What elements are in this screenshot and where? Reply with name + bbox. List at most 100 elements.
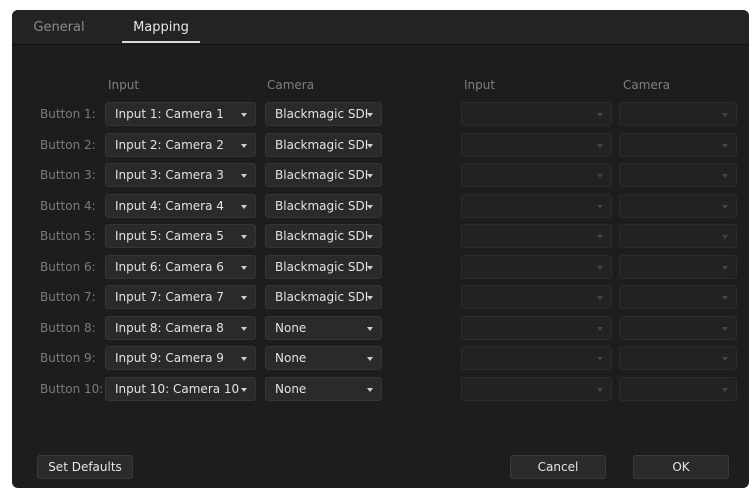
chevron-down-icon bbox=[367, 205, 373, 209]
button-7-camera-dropdown[interactable]: Blackmagic SDI bbox=[265, 285, 382, 309]
button-9-right-input-dropdown[interactable] bbox=[461, 346, 612, 370]
chevron-down-icon bbox=[597, 266, 603, 270]
button-3-right-camera-dropdown[interactable] bbox=[619, 163, 737, 187]
button-9-camera-dropdown[interactable]: None bbox=[265, 346, 382, 370]
button-4-camera-dropdown-value: Blackmagic SDI bbox=[275, 199, 369, 213]
chevron-down-icon bbox=[367, 113, 373, 117]
button-1-camera-dropdown-value: Blackmagic SDI bbox=[275, 107, 369, 121]
ok-button[interactable]: OK bbox=[633, 455, 729, 479]
chevron-down-icon bbox=[241, 296, 247, 300]
button-2-label: Button 2: bbox=[40, 138, 96, 152]
button-2-input-dropdown[interactable]: Input 2: Camera 2 bbox=[105, 133, 256, 157]
button-10-right-camera-dropdown[interactable] bbox=[619, 377, 737, 401]
button-4-right-camera-dropdown[interactable] bbox=[619, 194, 737, 218]
button-9-input-dropdown-value: Input 9: Camera 9 bbox=[115, 351, 224, 365]
button-4-input-dropdown-value: Input 4: Camera 4 bbox=[115, 199, 224, 213]
button-10-label: Button 10: bbox=[40, 382, 104, 396]
button-2-camera-dropdown[interactable]: Blackmagic SDI bbox=[265, 133, 382, 157]
button-3-camera-dropdown[interactable]: Blackmagic SDI bbox=[265, 163, 382, 187]
chevron-down-icon bbox=[597, 144, 603, 148]
button-1-label: Button 1: bbox=[40, 107, 96, 121]
chevron-down-icon bbox=[367, 327, 373, 331]
chevron-down-icon bbox=[241, 357, 247, 361]
chevron-down-icon bbox=[241, 113, 247, 117]
tab-bar: General Mapping bbox=[12, 10, 749, 45]
button-7-label: Button 7: bbox=[40, 290, 96, 304]
button-5-label: Button 5: bbox=[40, 229, 96, 243]
chevron-down-icon bbox=[722, 388, 728, 392]
chevron-down-icon bbox=[367, 296, 373, 300]
button-8-input-dropdown-value: Input 8: Camera 8 bbox=[115, 321, 224, 335]
button-9-input-dropdown[interactable]: Input 9: Camera 9 bbox=[105, 346, 256, 370]
button-1-right-camera-dropdown[interactable] bbox=[619, 102, 737, 126]
button-3-right-input-dropdown[interactable] bbox=[461, 163, 612, 187]
button-8-camera-dropdown-value: None bbox=[275, 321, 307, 335]
button-5-camera-dropdown-value: Blackmagic SDI bbox=[275, 229, 369, 243]
button-10-camera-dropdown[interactable]: None bbox=[265, 377, 382, 401]
button-7-input-dropdown[interactable]: Input 7: Camera 7 bbox=[105, 285, 256, 309]
button-8-label: Button 8: bbox=[40, 321, 96, 335]
button-6-right-camera-dropdown[interactable] bbox=[619, 255, 737, 279]
button-5-input-dropdown[interactable]: Input 5: Camera 5 bbox=[105, 224, 256, 248]
chevron-down-icon bbox=[597, 296, 603, 300]
chevron-down-icon bbox=[722, 113, 728, 117]
chevron-down-icon bbox=[367, 357, 373, 361]
button-9-camera-dropdown-value: None bbox=[275, 351, 307, 365]
button-1-right-input-dropdown[interactable] bbox=[461, 102, 612, 126]
button-6-label: Button 6: bbox=[40, 260, 96, 274]
chevron-down-icon bbox=[367, 174, 373, 178]
button-10-input-dropdown-value: Input 10: Camera 10 bbox=[115, 382, 240, 396]
cancel-button[interactable]: Cancel bbox=[510, 455, 606, 479]
chevron-down-icon bbox=[367, 235, 373, 239]
button-6-camera-dropdown[interactable]: Blackmagic SDI bbox=[265, 255, 382, 279]
tab-general[interactable]: General bbox=[28, 10, 90, 43]
button-7-input-dropdown-value: Input 7: Camera 7 bbox=[115, 290, 224, 304]
button-6-input-dropdown[interactable]: Input 6: Camera 6 bbox=[105, 255, 256, 279]
chevron-down-icon bbox=[241, 174, 247, 178]
chevron-down-icon bbox=[597, 388, 603, 392]
button-9-label: Button 9: bbox=[40, 351, 96, 365]
button-10-right-input-dropdown[interactable] bbox=[461, 377, 612, 401]
chevron-down-icon bbox=[241, 235, 247, 239]
set-defaults-button[interactable]: Set Defaults bbox=[37, 455, 133, 479]
button-1-camera-dropdown[interactable]: Blackmagic SDI bbox=[265, 102, 382, 126]
chevron-down-icon bbox=[722, 144, 728, 148]
chevron-down-icon bbox=[722, 235, 728, 239]
button-2-input-dropdown-value: Input 2: Camera 2 bbox=[115, 138, 224, 152]
button-4-camera-dropdown[interactable]: Blackmagic SDI bbox=[265, 194, 382, 218]
button-4-right-input-dropdown[interactable] bbox=[461, 194, 612, 218]
button-7-right-camera-dropdown[interactable] bbox=[619, 285, 737, 309]
button-8-input-dropdown[interactable]: Input 8: Camera 8 bbox=[105, 316, 256, 340]
button-1-input-dropdown-value: Input 1: Camera 1 bbox=[115, 107, 224, 121]
button-2-right-input-dropdown[interactable] bbox=[461, 133, 612, 157]
button-1-input-dropdown[interactable]: Input 1: Camera 1 bbox=[105, 102, 256, 126]
button-5-camera-dropdown[interactable]: Blackmagic SDI bbox=[265, 224, 382, 248]
chevron-down-icon bbox=[367, 144, 373, 148]
button-2-right-camera-dropdown[interactable] bbox=[619, 133, 737, 157]
tab-mapping[interactable]: Mapping bbox=[122, 10, 200, 43]
chevron-down-icon bbox=[241, 327, 247, 331]
button-6-camera-dropdown-value: Blackmagic SDI bbox=[275, 260, 369, 274]
button-5-input-dropdown-value: Input 5: Camera 5 bbox=[115, 229, 224, 243]
button-6-right-input-dropdown[interactable] bbox=[461, 255, 612, 279]
chevron-down-icon bbox=[722, 266, 728, 270]
button-7-right-input-dropdown[interactable] bbox=[461, 285, 612, 309]
chevron-down-icon bbox=[241, 205, 247, 209]
button-10-input-dropdown[interactable]: Input 10: Camera 10 bbox=[105, 377, 256, 401]
button-3-input-dropdown[interactable]: Input 3: Camera 3 bbox=[105, 163, 256, 187]
button-8-right-input-dropdown[interactable] bbox=[461, 316, 612, 340]
button-4-label: Button 4: bbox=[40, 199, 96, 213]
button-8-right-camera-dropdown[interactable] bbox=[619, 316, 737, 340]
button-9-right-camera-dropdown[interactable] bbox=[619, 346, 737, 370]
right-input-header: Input bbox=[464, 78, 496, 92]
button-3-camera-dropdown-value: Blackmagic SDI bbox=[275, 168, 369, 182]
button-5-right-camera-dropdown[interactable] bbox=[619, 224, 737, 248]
button-8-camera-dropdown[interactable]: None bbox=[265, 316, 382, 340]
button-3-input-dropdown-value: Input 3: Camera 3 bbox=[115, 168, 224, 182]
chevron-down-icon bbox=[722, 357, 728, 361]
chevron-down-icon bbox=[241, 266, 247, 270]
left-input-header: Input bbox=[108, 78, 140, 92]
button-4-input-dropdown[interactable]: Input 4: Camera 4 bbox=[105, 194, 256, 218]
button-5-right-input-dropdown[interactable] bbox=[461, 224, 612, 248]
button-7-camera-dropdown-value: Blackmagic SDI bbox=[275, 290, 369, 304]
